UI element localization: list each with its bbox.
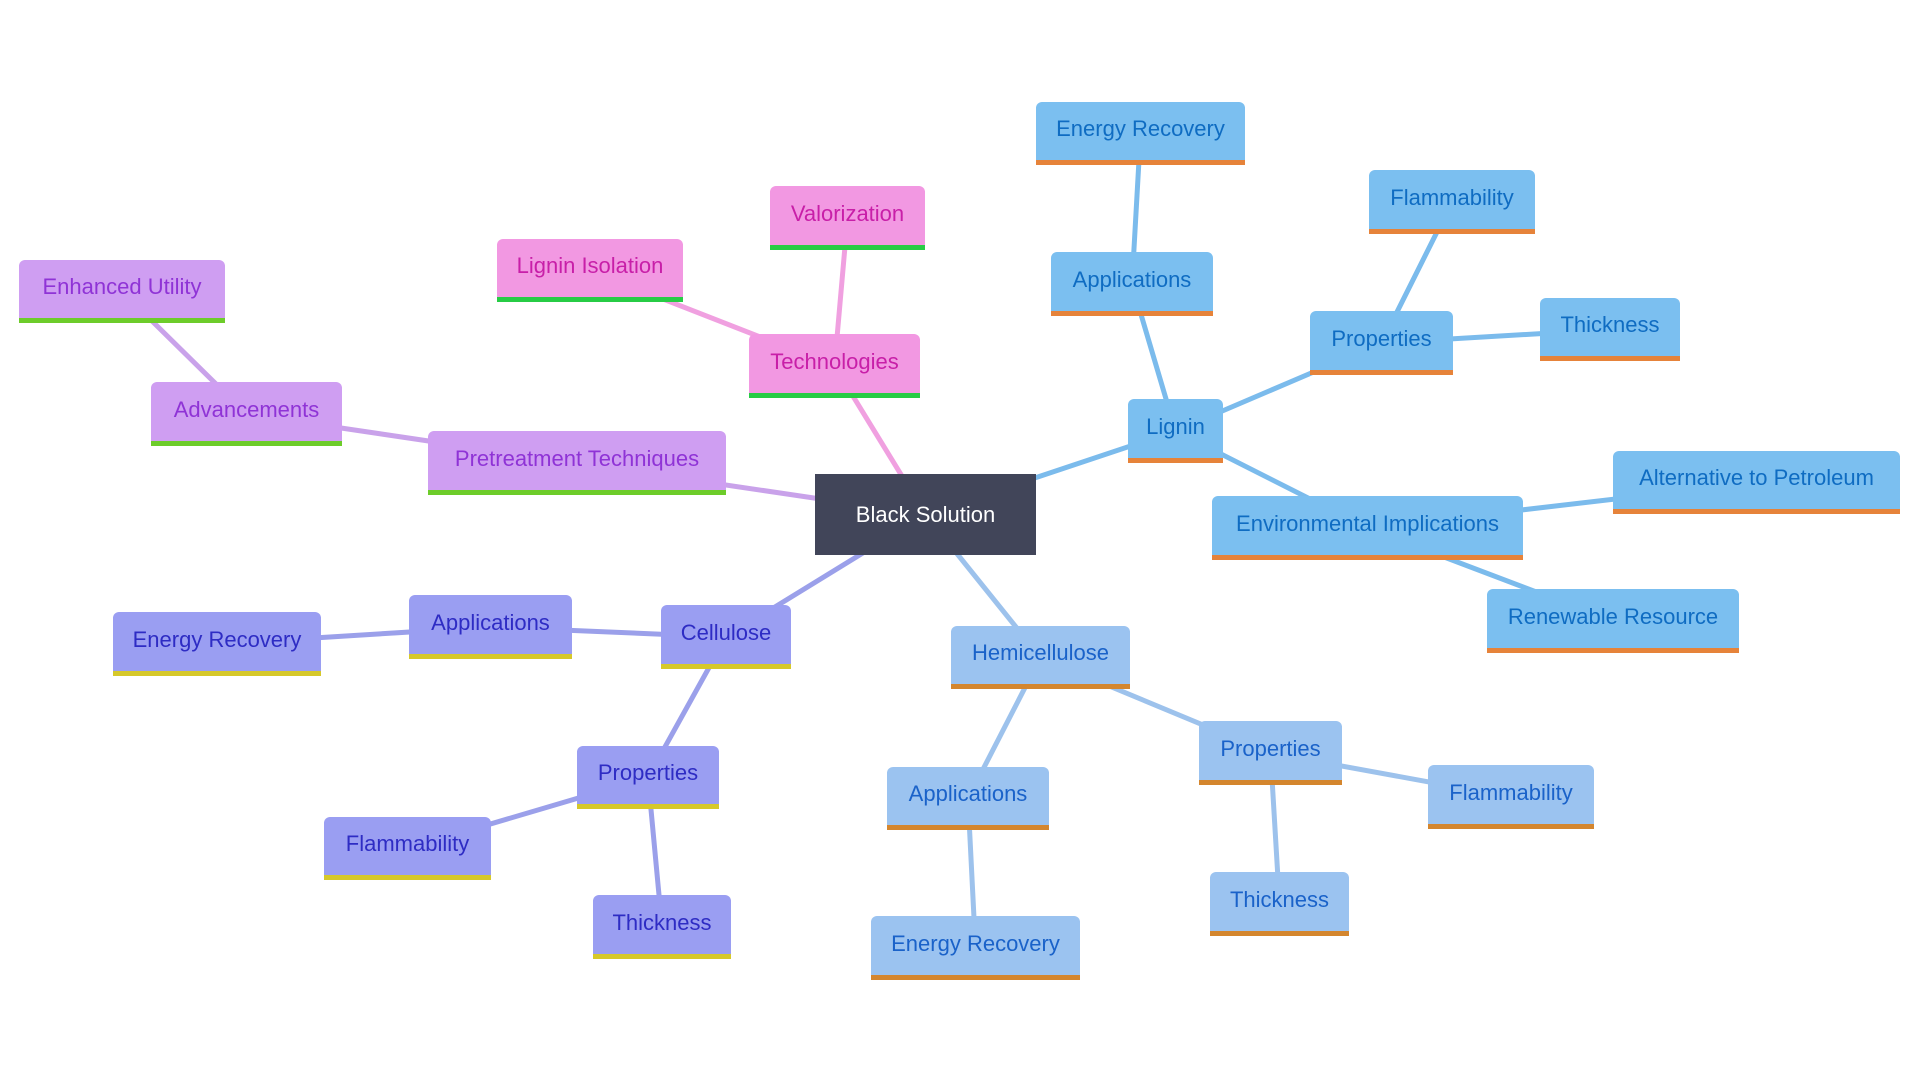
node-label: Properties [597, 760, 699, 785]
node-c-prop-properties[interactable]: Properties [577, 746, 719, 809]
node-label: Lignin Isolation [516, 253, 664, 278]
root-node[interactable]: Black Solution [815, 474, 1036, 555]
node-h-flam-flammability[interactable]: Flammability [1428, 765, 1594, 829]
node-label: Energy Recovery [891, 930, 1060, 956]
node-label: Lignin [1146, 413, 1205, 439]
node-label: Energy Recovery [132, 626, 302, 652]
node-h-app-applications[interactable]: Applications [887, 767, 1049, 830]
node-cell-cellulose[interactable]: Cellulose [661, 605, 791, 669]
node-h-prop-properties[interactable]: Properties [1199, 721, 1342, 785]
node-lignin-lignin[interactable]: Lignin [1128, 399, 1223, 463]
node-label: Valorization [790, 200, 905, 226]
node-label: Technologies [770, 348, 899, 374]
node-label: Applications [1072, 266, 1192, 292]
node-label: Environmental Implications [1236, 510, 1499, 536]
node-adv-advancements[interactable]: Advancements [151, 382, 342, 446]
node-pretreat-pretreatment-techniques[interactable]: Pretreatment Techniques [428, 431, 726, 495]
node-l-ren-renewable-resource[interactable]: Renewable Resource [1487, 589, 1739, 653]
node-label: Black Solution [855, 501, 996, 527]
node-l-prop-properties[interactable]: Properties [1310, 311, 1453, 375]
node-label: Flammability [345, 831, 470, 856]
node-label: Renewable Resource [1507, 603, 1719, 629]
node-label: Thickness [1229, 886, 1330, 912]
node-l-er-energy-recovery[interactable]: Energy Recovery [1036, 102, 1245, 165]
node-label: Alternative to Petroleum [1639, 465, 1874, 490]
node-c-thick-thickness[interactable]: Thickness [593, 895, 731, 959]
node-h-er-energy-recovery[interactable]: Energy Recovery [871, 916, 1080, 980]
node-c-er-energy-recovery[interactable]: Energy Recovery [113, 612, 321, 676]
node-label: Flammability [1390, 184, 1514, 210]
node-c-app-applications[interactable]: Applications [409, 595, 572, 659]
node-label: Properties [1331, 325, 1432, 351]
node-l-app-applications[interactable]: Applications [1051, 252, 1213, 316]
node-label: Thickness [1560, 312, 1660, 337]
node-label: Applications [908, 781, 1028, 806]
node-l-alt-alternative-to-petroleum[interactable]: Alternative to Petroleum [1613, 451, 1900, 514]
node-enh-enhanced-utility[interactable]: Enhanced Utility [19, 260, 225, 323]
mindmap-canvas: Black Solution Technologies Valorization Li… [0, 0, 1920, 1080]
node-label: Flammability [1449, 779, 1573, 805]
node-h-thick-thickness[interactable]: Thickness [1210, 872, 1349, 936]
node-label: Properties [1220, 735, 1321, 761]
node-label: Energy Recovery [1056, 116, 1225, 141]
node-l-thick-thickness[interactable]: Thickness [1540, 298, 1680, 361]
node-label: Hemicellulose [972, 640, 1109, 665]
node-label: Advancements [173, 396, 320, 422]
node-label: Pretreatment Techniques [454, 445, 700, 471]
node-l-flam-flammability[interactable]: Flammability [1369, 170, 1535, 234]
node-c-flam-flammability[interactable]: Flammability [324, 817, 491, 880]
node-label: Thickness [612, 909, 712, 935]
node-tech-technologies[interactable]: Technologies [749, 334, 920, 398]
node-l-env-environmental-implications[interactable]: Environmental Implications [1212, 496, 1523, 560]
node-label: Applications [431, 609, 550, 635]
node-hemi-hemicellulose[interactable]: Hemicellulose [951, 626, 1130, 689]
node-ligiso-lignin-isolation[interactable]: Lignin Isolation [497, 239, 683, 302]
node-label: Enhanced Utility [42, 274, 202, 299]
node-valor-valorization[interactable]: Valorization [770, 186, 925, 250]
node-label: Cellulose [680, 619, 772, 645]
